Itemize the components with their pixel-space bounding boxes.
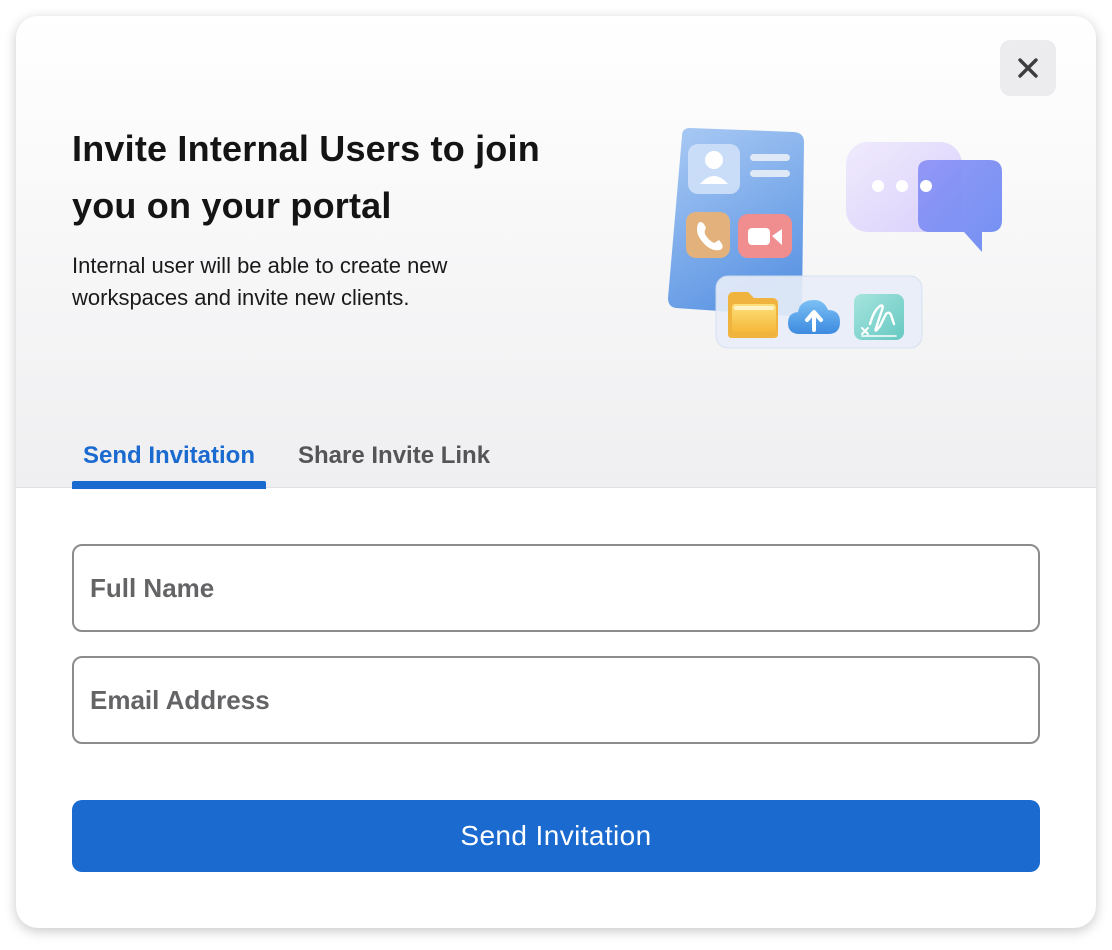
signature-icon bbox=[854, 294, 904, 340]
tab-share-invite-link[interactable]: Share Invite Link bbox=[286, 424, 506, 488]
send-invitation-button[interactable]: Send Invitation bbox=[72, 800, 1040, 872]
dialog-header: Invite Internal Users to join you on you… bbox=[16, 16, 1096, 489]
folder-icon bbox=[728, 292, 778, 338]
email-address-input[interactable] bbox=[72, 656, 1040, 744]
tab-send-invitation[interactable]: Send Invitation bbox=[72, 424, 266, 489]
dialog-subtitle: Internal user will be able to create new… bbox=[72, 253, 448, 310]
phone-icon bbox=[686, 212, 730, 258]
invite-dialog: Invite Internal Users to join you on you… bbox=[16, 16, 1096, 928]
file-tray-graphic bbox=[715, 275, 923, 349]
chat-bubble-icon bbox=[846, 142, 1002, 252]
list-icon bbox=[750, 154, 790, 161]
close-icon bbox=[1018, 58, 1038, 78]
dialog-title: Invite Internal Users to join you on you… bbox=[72, 128, 540, 226]
full-name-input[interactable] bbox=[72, 544, 1040, 632]
close-button[interactable] bbox=[1000, 40, 1056, 96]
invite-illustration bbox=[668, 128, 1002, 349]
